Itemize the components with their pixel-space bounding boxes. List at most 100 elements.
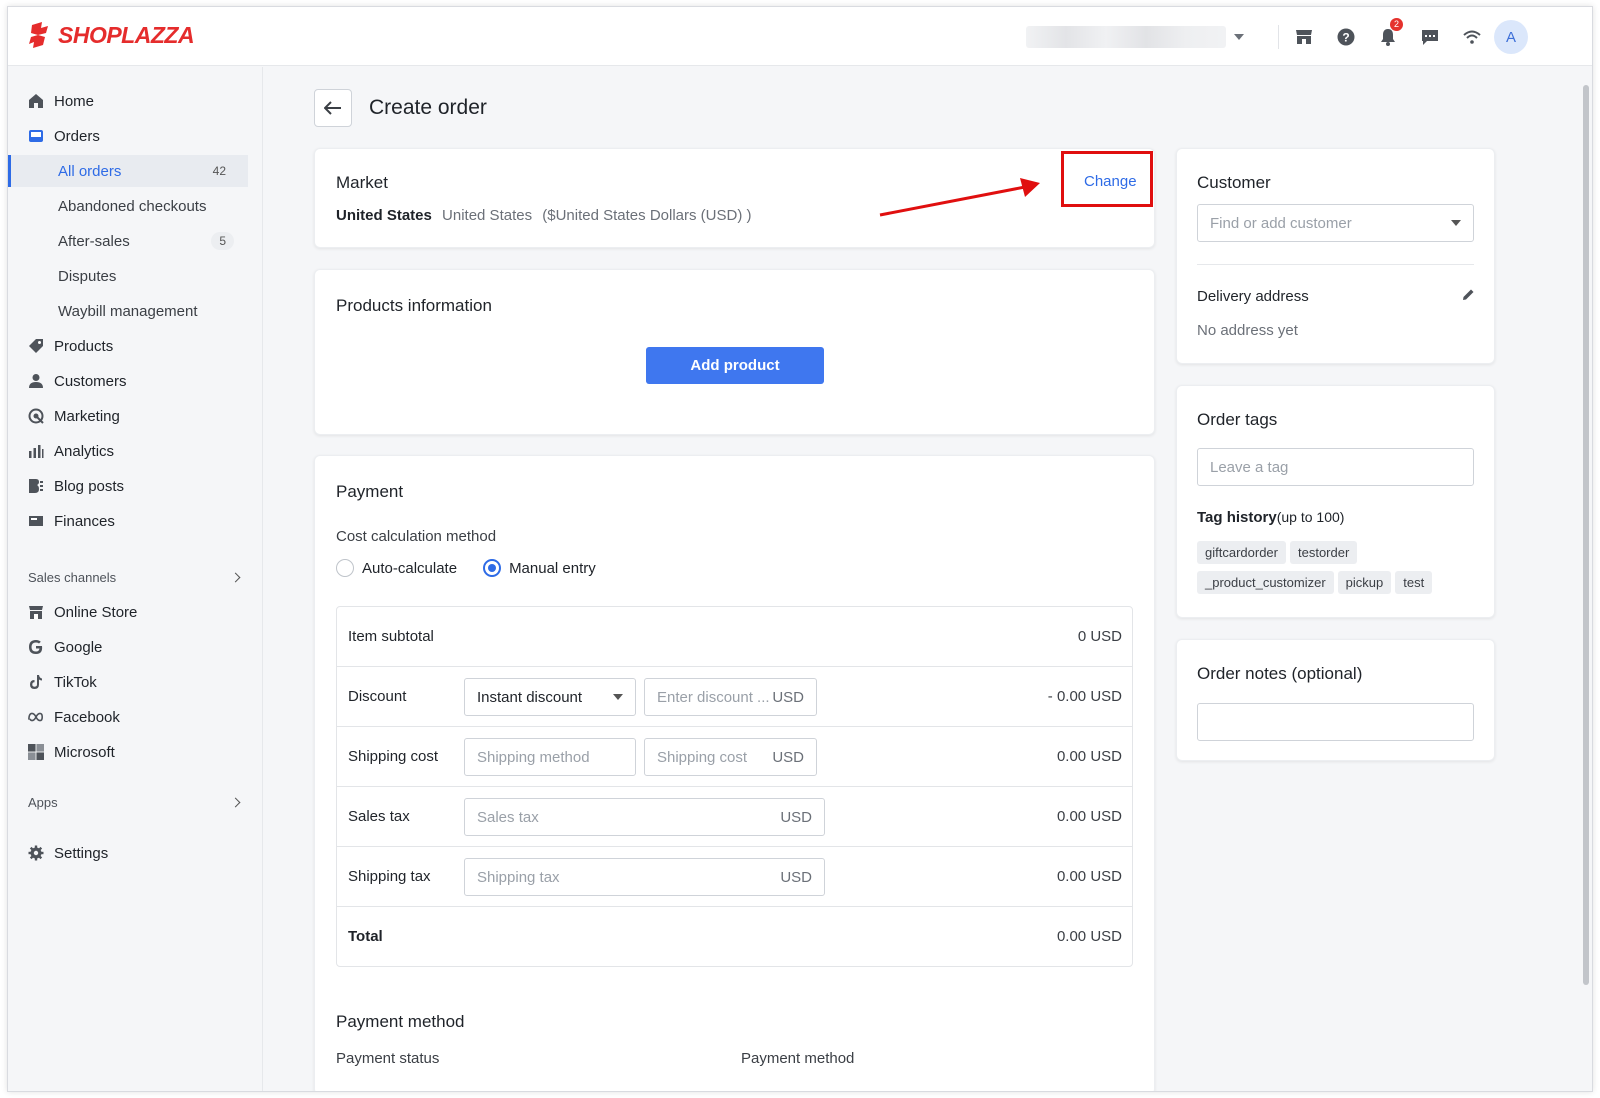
subtotal-label: Item subtotal	[348, 628, 434, 645]
sidebar-item-products[interactable]: Products	[8, 330, 248, 362]
order-tags-title: Order tags	[1197, 410, 1278, 429]
sidebar-item-online-store[interactable]: Online Store	[8, 596, 248, 628]
sales-tax-label: Sales tax	[348, 808, 410, 825]
history-tag[interactable]: test	[1395, 571, 1433, 594]
discount-type-select[interactable]: Instant discount	[464, 678, 636, 716]
sidebar-item-disputes[interactable]: Disputes	[8, 260, 248, 292]
market-card: Market United States United States ($Uni…	[314, 148, 1155, 248]
sidebar-item-label: Online Store	[54, 603, 138, 621]
delivery-address-title: Delivery address	[1197, 288, 1309, 305]
history-tag[interactable]: testorder	[1289, 541, 1358, 564]
discount-type-value: Instant discount	[477, 688, 583, 706]
tag-history-list: giftcardorder testorder _product_customiz…	[1197, 541, 1487, 601]
shoplazza-logo[interactable]: SHOPLAZZA	[28, 21, 195, 49]
radio-label: Manual entry	[509, 559, 596, 577]
sidebar-item-abandoned-checkouts[interactable]: Abandoned checkouts	[8, 190, 248, 222]
orders-icon	[28, 128, 44, 144]
change-market-link[interactable]: Change	[1084, 173, 1137, 190]
person-icon	[28, 373, 44, 389]
sidebar-item-waybill-management[interactable]: Waybill management	[8, 295, 248, 327]
sidebar-item-label: Customers	[54, 372, 127, 390]
sidebar-item-customers[interactable]: Customers	[8, 365, 248, 397]
add-product-button[interactable]: Add product	[646, 347, 824, 384]
shipping-cost-input[interactable]: Shipping cost USD	[644, 738, 817, 776]
sidebar-item-label: Microsoft	[54, 743, 115, 761]
chat-icon	[1422, 29, 1438, 45]
discount-value: - 0.00 USD	[1047, 688, 1122, 705]
order-notes-input[interactable]	[1197, 703, 1474, 741]
help-button[interactable]: ?	[1325, 21, 1367, 53]
order-notes-card: Order notes (optional)	[1176, 639, 1495, 761]
notifications-button[interactable]: 2	[1367, 18, 1409, 53]
cost-method-label: Cost calculation method	[336, 528, 497, 545]
sales-channels-section[interactable]: Sales channels	[28, 570, 243, 585]
total-label: Total	[348, 928, 383, 945]
top-bar: SHOPLAZZA ? 2 A	[8, 7, 1592, 66]
marketing-icon	[28, 408, 44, 424]
history-tag[interactable]: giftcardorder	[1197, 541, 1286, 564]
sidebar-item-marketing[interactable]: Marketing	[8, 400, 248, 432]
sidebar-item-label: Google	[54, 638, 103, 656]
table-row: Item subtotal 0 USD	[337, 607, 1132, 667]
brand-name: SHOPLAZZA	[58, 21, 195, 48]
sidebar-item-google[interactable]: Google	[8, 631, 248, 663]
tag-input[interactable]: Leave a tag	[1197, 448, 1474, 486]
finances-icon	[28, 513, 44, 529]
payment-card: Payment Cost calculation method Auto-cal…	[314, 455, 1155, 1091]
cost-method-options: Auto-calculate Manual entry	[336, 559, 596, 577]
shipping-tax-input[interactable]: Shipping tax USD	[464, 858, 825, 896]
sidebar-item-label: Finances	[54, 512, 115, 530]
avatar[interactable]: A	[1494, 20, 1528, 54]
chevron-down-icon	[1451, 220, 1461, 226]
customer-title: Customer	[1197, 173, 1271, 192]
currency-suffix: USD	[780, 808, 812, 826]
tiktok-icon	[28, 674, 44, 690]
radio-manual-entry[interactable]: Manual entry	[483, 559, 596, 577]
sidebar-item-label: Home	[54, 92, 95, 110]
online-store-button[interactable]	[1283, 21, 1325, 53]
radio-circle-selected	[483, 559, 502, 577]
apps-section[interactable]: Apps	[28, 795, 243, 810]
shipping-method-input[interactable]: Shipping method	[464, 738, 636, 776]
chevron-right-icon	[230, 572, 241, 583]
discount-amount-input[interactable]: Enter discount ... USD	[644, 678, 817, 716]
sidebar-item-blog-posts[interactable]: Blog posts	[8, 470, 248, 502]
sidebar-item-orders[interactable]: Orders	[8, 120, 248, 152]
payment-method-title: Payment method	[336, 1012, 465, 1031]
customer-search-select[interactable]: Find or add customer	[1197, 204, 1474, 242]
back-button[interactable]	[314, 89, 352, 127]
messages-button[interactable]	[1409, 21, 1451, 53]
sidebar-item-all-orders[interactable]: All orders 42	[8, 155, 248, 187]
currency-suffix: USD	[780, 868, 812, 886]
history-tag[interactable]: _product_customizer	[1197, 571, 1334, 594]
sidebar-item-analytics[interactable]: Analytics	[8, 435, 248, 467]
sidebar-item-microsoft[interactable]: Microsoft	[8, 736, 248, 768]
radio-label: Auto-calculate	[362, 559, 458, 577]
shipping-method-placeholder: Shipping method	[477, 748, 590, 766]
sidebar-item-label: Products	[54, 337, 114, 355]
scrollbar-thumb[interactable]	[1583, 85, 1589, 985]
radio-auto-calculate[interactable]: Auto-calculate	[336, 559, 457, 577]
edit-address-button[interactable]	[1461, 288, 1475, 306]
sales-channels-label: Sales channels	[28, 570, 117, 585]
sidebar-item-facebook[interactable]: Facebook	[8, 701, 248, 733]
sidebar-item-tiktok[interactable]: TikTok	[8, 666, 248, 698]
microsoft-icon	[28, 744, 44, 760]
page-scrollbar[interactable]	[1581, 73, 1590, 1083]
table-row: Shipping tax Shipping tax USD 0.00 USD	[337, 847, 1132, 907]
sidebar-item-settings[interactable]: Settings	[8, 837, 248, 869]
sidebar-item-after-sales[interactable]: After-sales 5	[8, 225, 248, 257]
sidebar-item-finances[interactable]: Finances	[8, 505, 248, 537]
store-selector[interactable]	[1026, 25, 1246, 49]
sales-tax-input[interactable]: Sales tax USD	[464, 798, 825, 836]
market-details: United States United States ($United Sta…	[336, 207, 752, 224]
divider	[1197, 264, 1474, 265]
sidebar-item-label: Settings	[54, 844, 109, 862]
help-icon: ?	[1337, 28, 1355, 46]
sidebar-item-home[interactable]: Home	[8, 85, 248, 117]
app-window: SHOPLAZZA ? 2 A Home Orders All orders 4…	[7, 6, 1593, 1092]
history-tag[interactable]: pickup	[1337, 571, 1392, 594]
network-status-button[interactable]	[1451, 21, 1493, 53]
shipping-label: Shipping cost	[348, 748, 439, 765]
page-title: Create order	[369, 96, 487, 119]
